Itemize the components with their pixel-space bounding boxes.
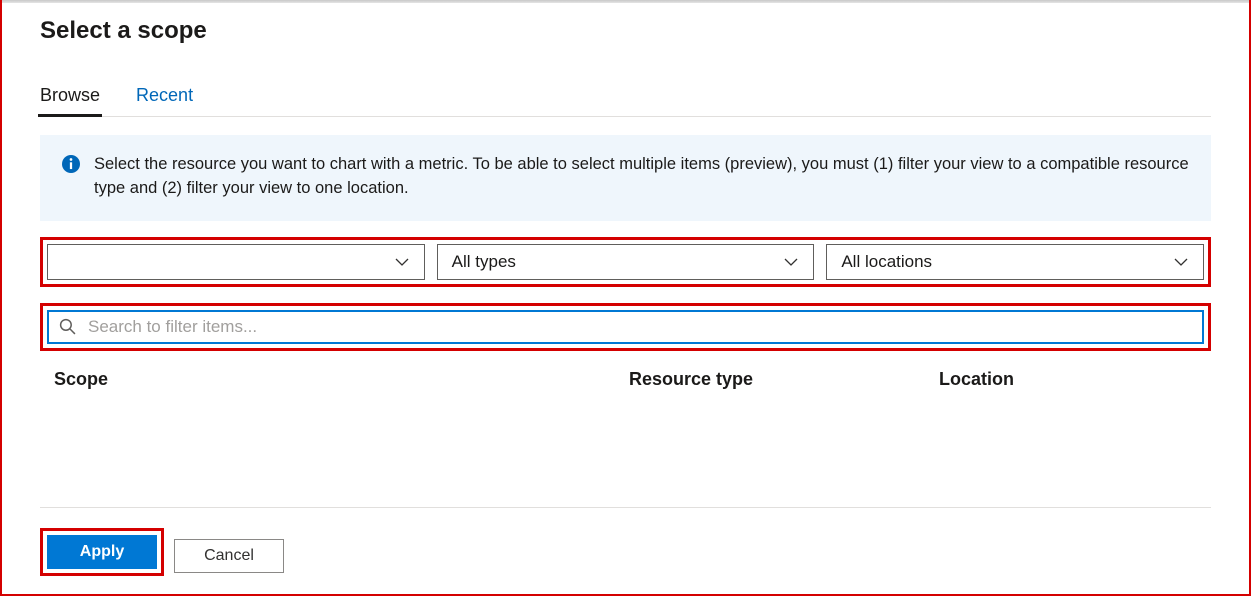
search-input[interactable] [88, 312, 1192, 342]
locations-dropdown[interactable]: All locations [826, 244, 1204, 280]
footer-divider [40, 507, 1211, 508]
tab-browse[interactable]: Browse [40, 85, 100, 116]
window-titlebar-gradient [2, 0, 1249, 3]
chevron-down-icon [783, 254, 799, 270]
filters-highlight: All types All locations [40, 237, 1211, 287]
apply-button-label: Apply [80, 543, 124, 561]
cancel-button[interactable]: Cancel [174, 539, 284, 573]
dialog-title: Select a scope [40, 17, 1211, 45]
types-dropdown-label: All types [452, 252, 516, 272]
info-banner: Select the resource you want to chart wi… [40, 135, 1211, 221]
header-resource-type: Resource type [629, 369, 939, 390]
dialog-footer: Apply Cancel [40, 507, 1211, 576]
chevron-down-icon [1173, 254, 1189, 270]
info-text: Select the resource you want to chart wi… [94, 153, 1191, 201]
info-icon [62, 155, 80, 173]
locations-dropdown-label: All locations [841, 252, 932, 272]
tab-browse-label: Browse [40, 85, 100, 105]
header-location: Location [939, 369, 1197, 390]
tab-recent[interactable]: Recent [136, 85, 193, 116]
apply-button[interactable]: Apply [47, 535, 157, 569]
search-box[interactable] [47, 310, 1204, 344]
subscription-dropdown[interactable] [47, 244, 425, 280]
search-highlight [40, 303, 1211, 351]
search-icon [59, 318, 76, 335]
apply-highlight: Apply [40, 528, 164, 576]
header-scope: Scope [54, 369, 629, 390]
tab-recent-label: Recent [136, 85, 193, 105]
cancel-button-label: Cancel [204, 547, 254, 565]
tab-bar: Browse Recent [40, 85, 1211, 117]
column-headers: Scope Resource type Location [40, 369, 1211, 390]
types-dropdown[interactable]: All types [437, 244, 815, 280]
chevron-down-icon [394, 254, 410, 270]
